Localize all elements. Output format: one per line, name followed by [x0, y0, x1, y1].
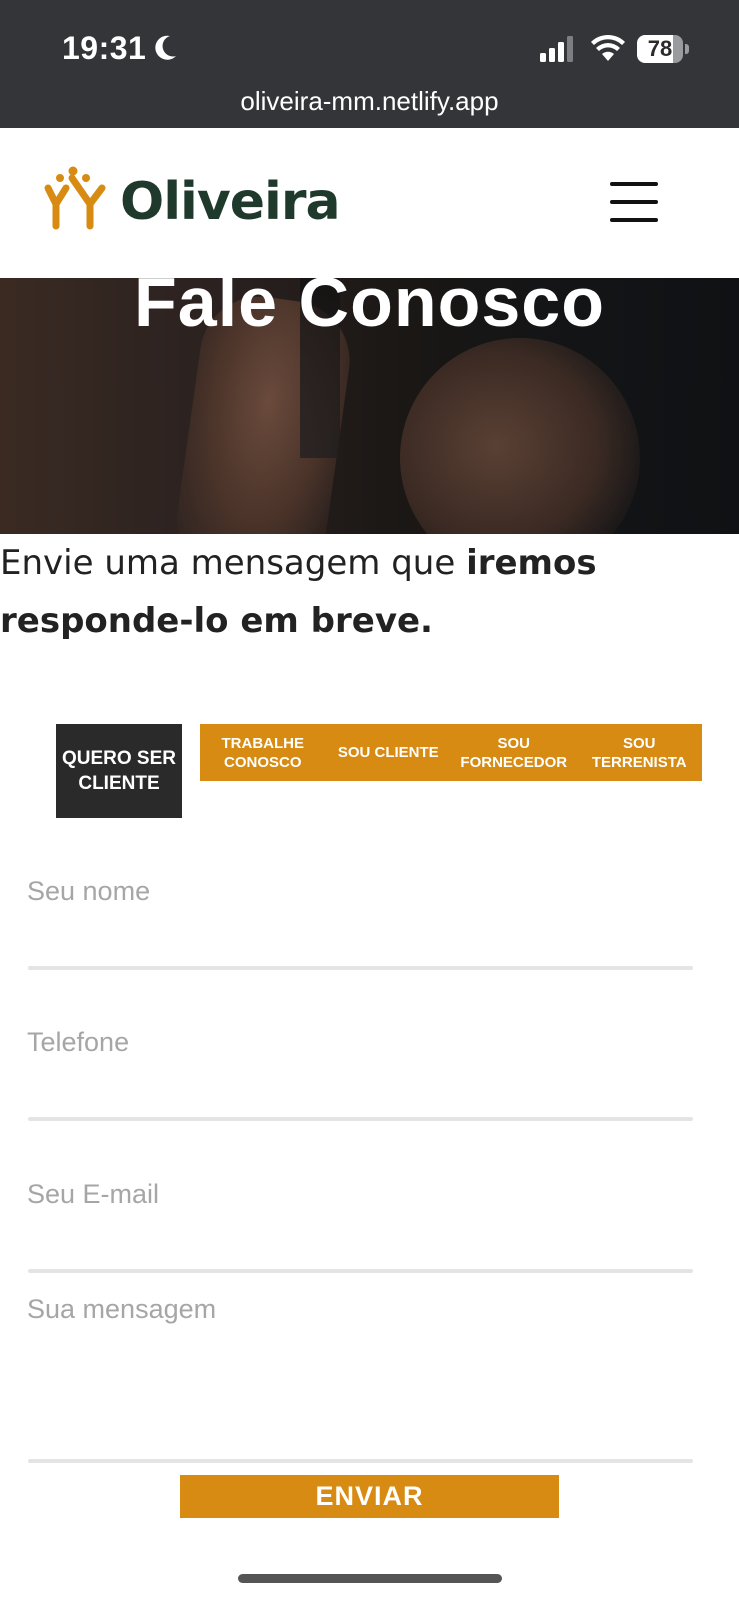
tab-sou-cliente[interactable]: SOU CLIENTE — [326, 724, 452, 781]
tab-trabalhe-conosco[interactable]: TRABALHE CONOSCO — [200, 724, 326, 781]
battery-percentage: 78 — [647, 36, 673, 61]
phone-field[interactable] — [28, 1017, 693, 1117]
page-title: Fale Conosco — [134, 278, 605, 341]
submit-button[interactable]: ENVIAR — [180, 1475, 559, 1518]
site-header: Oliveira — [0, 128, 739, 278]
oliveira-logo-icon[interactable] — [40, 166, 106, 230]
tab-sou-terrenista[interactable]: SOU TERRENISTA — [577, 724, 703, 781]
clock: 19:31 — [62, 30, 147, 66]
url-bar[interactable]: oliveira-mm.netlify.app — [0, 86, 739, 117]
tab-sou-fornecedor[interactable]: SOU FORNECEDOR — [451, 724, 577, 781]
home-indicator — [238, 1574, 502, 1583]
intro-text: Envie uma mensagem que iremos responde-l… — [0, 543, 597, 641]
tab-bar: TRABALHE CONOSCO SOU CLIENTE SOU FORNECE… — [200, 724, 702, 781]
logo-text[interactable]: Oliveira — [120, 172, 341, 232]
status-bar: 19:31 78 oliveira-mm.netlify.app — [0, 0, 739, 128]
email-field[interactable] — [28, 1169, 693, 1269]
wifi-icon — [591, 34, 625, 61]
tab-quero-ser-cliente[interactable]: QUERO SER CLIENTE — [56, 724, 182, 818]
hamburger-menu-icon — [610, 182, 658, 186]
name-field[interactable] — [28, 866, 693, 966]
moon-icon — [155, 35, 176, 60]
menu-button[interactable] — [610, 182, 660, 222]
hero-banner: Fale Conosco — [0, 278, 739, 534]
cellular-signal-icon — [540, 36, 573, 62]
battery-icon: 78 — [637, 35, 689, 63]
message-field[interactable] — [28, 1284, 693, 1460]
